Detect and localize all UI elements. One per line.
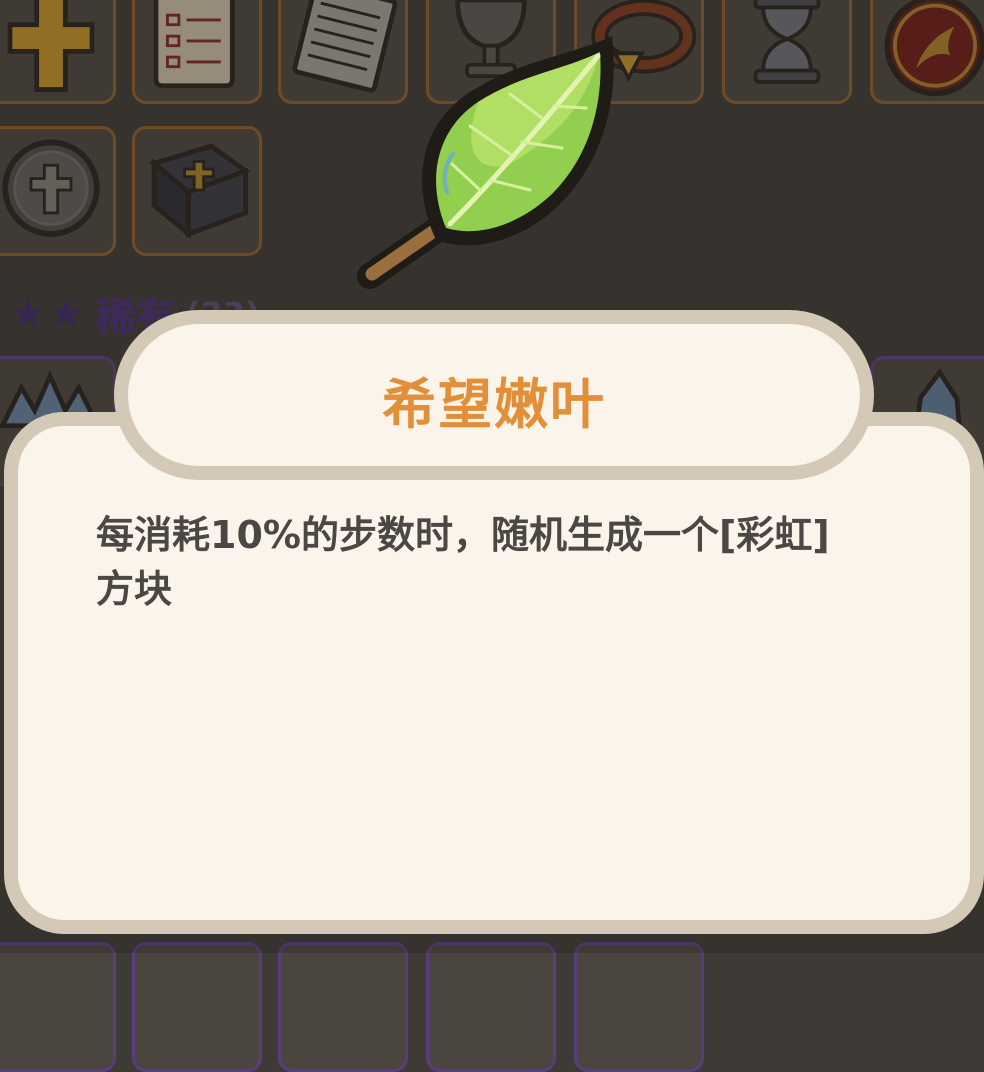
item-slot-bottom-3[interactable]	[278, 942, 408, 1072]
item-slot-bottom-4[interactable]	[426, 942, 556, 1072]
item-slot-bottom-5[interactable]	[574, 942, 704, 1072]
item-detail-panel	[4, 412, 984, 934]
item-slot-bottom-2[interactable]	[132, 942, 262, 1072]
leaf-icon	[357, 36, 614, 289]
item-description: 每消耗10%的步数时，随机生成一个[彩虹]方块	[96, 513, 830, 611]
item-slot-bottom-1[interactable]	[0, 942, 116, 1072]
item-title-banner: 希望嫩叶	[114, 310, 874, 480]
item-title: 希望嫩叶	[382, 372, 606, 436]
